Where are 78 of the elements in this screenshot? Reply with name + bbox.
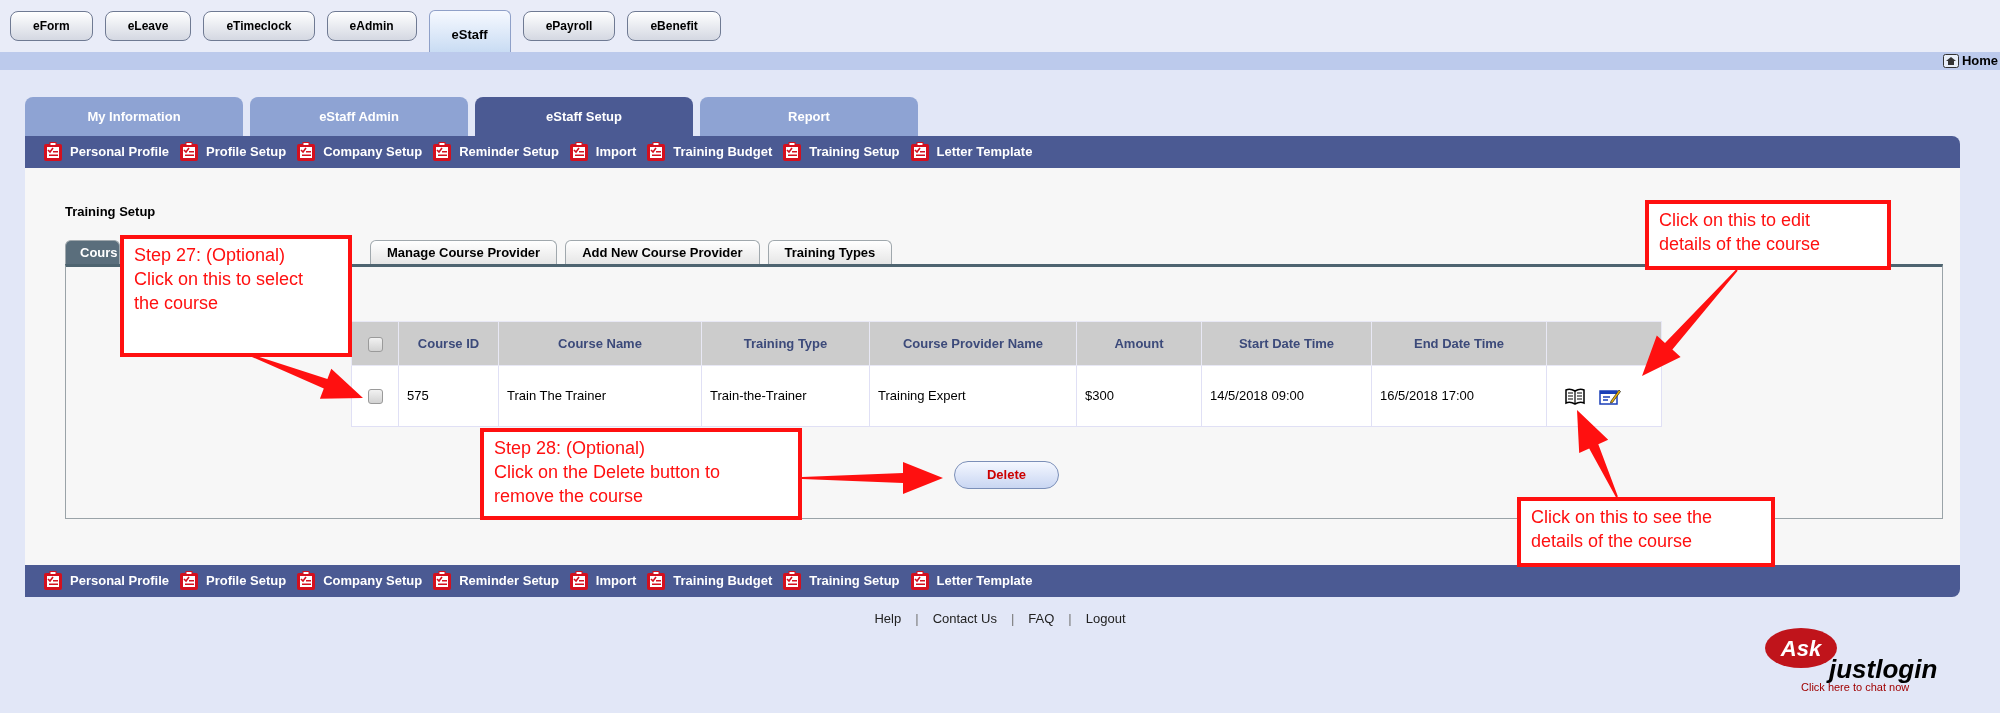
- toolbar-link[interactable]: Reminder Setup: [459, 571, 559, 591]
- table-cell: 16/5/2018 17:00: [1371, 365, 1547, 427]
- app-tab[interactable]: eStaff: [428, 10, 511, 52]
- callout: Click on this to edit details of the course: [1645, 200, 1891, 270]
- column-header: Course Name: [498, 321, 702, 366]
- separator: |: [915, 610, 919, 628]
- app-tab[interactable]: eForm: [10, 11, 93, 41]
- checklist-icon[interactable]: [432, 571, 453, 591]
- callout: Click on this to see the details of the course: [1517, 497, 1775, 567]
- footer-link[interactable]: Logout: [1085, 609, 1126, 629]
- sub-tab[interactable]: Cours: [65, 240, 120, 264]
- toolbar-link[interactable]: Company Setup: [323, 142, 423, 162]
- toolbar-link[interactable]: Training Setup: [809, 571, 900, 591]
- checklist-icon[interactable]: [909, 571, 930, 591]
- table-cell: Train-the-Trainer: [701, 365, 870, 427]
- column-header: Course Provider Name: [869, 321, 1077, 366]
- toolbar-link[interactable]: Training Setup: [809, 142, 900, 162]
- home-link[interactable]: Home: [1942, 51, 1998, 71]
- checklist-icon[interactable]: [568, 571, 589, 591]
- callout: Step 28: (Optional) Click on the Delete button to remove the course: [480, 428, 802, 520]
- checklist-icon[interactable]: [909, 142, 930, 162]
- checklist-icon[interactable]: [782, 571, 803, 591]
- app-tab[interactable]: eLeave: [104, 11, 192, 41]
- toolbar-link[interactable]: Profile Setup: [206, 142, 287, 162]
- delete-button[interactable]: Delete: [954, 461, 1059, 489]
- separator: |: [1068, 610, 1072, 628]
- toolbar-link[interactable]: Letter Template: [936, 571, 1033, 591]
- toolbar-link[interactable]: Profile Setup: [206, 571, 287, 591]
- checklist-icon[interactable]: [568, 142, 589, 162]
- checkbox[interactable]: [367, 336, 383, 352]
- toolbar-link[interactable]: Reminder Setup: [459, 142, 559, 162]
- checklist-icon[interactable]: [296, 571, 317, 591]
- column-header: Amount: [1076, 321, 1202, 366]
- toolbar-link[interactable]: Personal Profile: [70, 142, 169, 162]
- table-cell: Training Expert: [869, 365, 1077, 427]
- checklist-icon[interactable]: [179, 142, 199, 162]
- section-title: Training Setup: [65, 203, 156, 221]
- toolbar-link[interactable]: Personal Profile: [70, 571, 169, 591]
- edit-icon[interactable]: [1599, 387, 1621, 405]
- column-header: End Date Time: [1371, 321, 1547, 366]
- footer-link[interactable]: FAQ: [1028, 609, 1055, 629]
- footer-link[interactable]: Help: [874, 609, 902, 629]
- app-tab[interactable]: eAdmin: [326, 11, 417, 41]
- toolbar-link[interactable]: Training Budget: [673, 142, 773, 162]
- table-cell: 14/5/2018 09:00: [1201, 365, 1372, 427]
- table-cell: 575: [398, 365, 499, 427]
- footer-link[interactable]: Contact Us: [932, 609, 997, 629]
- callout: Step 27: (Optional) Click on this to select the course: [120, 235, 352, 357]
- toolbar-link[interactable]: Training Budget: [673, 571, 773, 591]
- column-header: Course ID: [398, 321, 499, 366]
- sub-tab[interactable]: Training Types: [767, 240, 893, 264]
- sub-tab[interactable]: Add New Course Provider: [565, 240, 760, 264]
- toolbar-link[interactable]: Company Setup: [323, 571, 423, 591]
- separator: |: [1010, 610, 1015, 628]
- checklist-icon[interactable]: [179, 571, 199, 591]
- checklist-icon[interactable]: [646, 142, 667, 162]
- chat-link[interactable]: Click here to chat now: [1801, 682, 1910, 693]
- table-cell: $300: [1076, 365, 1202, 427]
- toolbar-link[interactable]: Import: [595, 571, 637, 591]
- checklist-icon[interactable]: [782, 142, 803, 162]
- sub-tab[interactable]: Manage Course Provider: [370, 240, 558, 264]
- table-cell: Train The Trainer: [498, 365, 702, 427]
- checklist-icon[interactable]: [296, 142, 317, 162]
- checklist-icon[interactable]: [432, 142, 453, 162]
- checklist-icon[interactable]: [646, 571, 667, 591]
- home-icon: [1942, 54, 1959, 68]
- column-header: Training Type: [701, 321, 870, 366]
- toolbar-link[interactable]: Import: [595, 142, 637, 162]
- toolbar-link[interactable]: Letter Template: [936, 142, 1033, 162]
- column-header: Start Date Time: [1201, 321, 1372, 366]
- app-tab[interactable]: eBenefit: [627, 11, 721, 41]
- book-icon[interactable]: [1565, 387, 1585, 405]
- checklist-icon[interactable]: [43, 571, 63, 591]
- app-tab[interactable]: ePayroll: [522, 11, 616, 41]
- main-tab[interactable]: eStaff Setup: [475, 97, 693, 136]
- checkbox[interactable]: [367, 389, 383, 405]
- checklist-icon[interactable]: [43, 142, 63, 162]
- app-tab[interactable]: eTimeclock: [203, 11, 315, 41]
